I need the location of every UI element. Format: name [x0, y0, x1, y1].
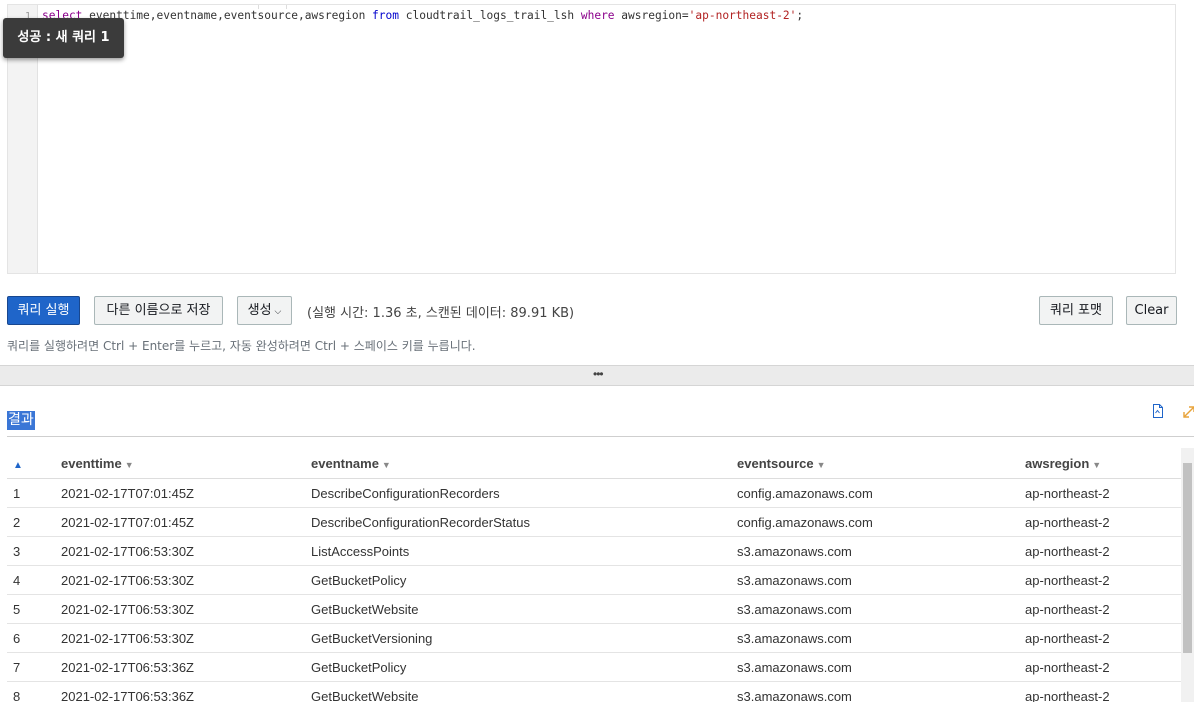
- clear-button[interactable]: Clear: [1126, 296, 1177, 325]
- query-text[interactable]: select eventtime,eventname,eventsource,a…: [42, 9, 803, 22]
- row-number: 8: [7, 681, 61, 702]
- success-toast: 성공 : 새 쿼리 1: [3, 18, 124, 58]
- sql-table: cloudtrail_logs_trail_lsh: [399, 9, 581, 22]
- sql-keyword: where: [580, 9, 615, 22]
- table-row: 5 2021-02-17T06:53:30Z GetBucketWebsite s3.…: [7, 594, 1181, 624]
- cell-eventsource: s3.amazonaws.com: [737, 565, 1025, 595]
- cell-eventtime: 2021-02-17T06:53:30Z: [61, 623, 311, 653]
- cell-eventsource: s3.amazonaws.com: [737, 681, 1025, 702]
- sort-caret-icon: ▼: [381, 459, 391, 470]
- row-number: 7: [7, 652, 61, 682]
- column-header-label: eventtime: [61, 455, 122, 471]
- create-dropdown-button[interactable]: 생성 ⌵: [237, 296, 292, 325]
- cell-eventname: DescribeConfigurationRecorderStatus: [311, 507, 737, 537]
- results-title: 결과: [7, 411, 35, 430]
- document-icon[interactable]: [1152, 404, 1164, 418]
- cell-eventsource: s3.amazonaws.com: [737, 536, 1025, 566]
- cell-awsregion: ap-northeast-2: [1025, 594, 1181, 624]
- row-number: 2: [7, 507, 61, 537]
- panel-splitter[interactable]: •••: [0, 365, 1194, 386]
- cell-eventtime: 2021-02-17T06:53:30Z: [61, 565, 311, 595]
- column-header-label: awsregion: [1025, 455, 1090, 471]
- column-header-label: eventname: [311, 455, 379, 471]
- results-scrollbar[interactable]: [1181, 448, 1194, 702]
- scrollbar-thumb[interactable]: [1183, 463, 1192, 653]
- table-row: 6 2021-02-17T06:53:30Z GetBucketVersioning…: [7, 623, 1181, 653]
- cell-awsregion: ap-northeast-2: [1025, 565, 1181, 595]
- cell-eventsource: s3.amazonaws.com: [737, 623, 1025, 653]
- cell-eventname: GetBucketPolicy: [311, 565, 737, 595]
- sort-ascending-icon: ▲: [13, 459, 23, 471]
- cell-awsregion: ap-northeast-2: [1025, 536, 1181, 566]
- results-divider: [7, 436, 1194, 437]
- cell-eventname: GetBucketWebsite: [311, 681, 737, 702]
- save-as-button[interactable]: 다른 이름으로 저장: [94, 296, 223, 325]
- table-row: 3 2021-02-17T06:53:30Z ListAccessPoints s3.…: [7, 536, 1181, 566]
- column-header[interactable]: awsregion ▼: [1025, 448, 1181, 479]
- query-editor[interactable]: 1 select eventtime,eventname,eventsource…: [7, 4, 1176, 274]
- table-header-row: ▲ eventtime ▼ eventname ▼ eventsource ▼ aws…: [7, 448, 1181, 479]
- row-number: 5: [7, 594, 61, 624]
- format-query-button[interactable]: 쿼리 포맷: [1039, 296, 1113, 325]
- cell-eventsource: s3.amazonaws.com: [737, 594, 1025, 624]
- cell-awsregion: ap-northeast-2: [1025, 652, 1181, 682]
- cell-eventsource: config.amazonaws.com: [737, 507, 1025, 537]
- cell-eventtime: 2021-02-17T07:01:45Z: [61, 507, 311, 537]
- cell-eventtime: 2021-02-17T06:53:30Z: [61, 594, 311, 624]
- cell-eventtime: 2021-02-17T07:01:45Z: [61, 478, 311, 508]
- cell-eventtime: 2021-02-17T06:53:30Z: [61, 536, 311, 566]
- table-row: 1 2021-02-17T07:01:45Z DescribeConfigurati…: [7, 478, 1181, 508]
- run-query-button[interactable]: 쿼리 실행: [7, 296, 80, 325]
- table-row: 2 2021-02-17T07:01:45Z DescribeConfigurati…: [7, 507, 1181, 537]
- column-header[interactable]: eventtime ▼: [61, 448, 311, 479]
- table-row: 4 2021-02-17T06:53:30Z GetBucketPolicy s3.a…: [7, 565, 1181, 595]
- drag-handle-icon[interactable]: •••: [593, 367, 604, 381]
- row-number: 6: [7, 623, 61, 653]
- sql-condition: awsregion=: [614, 9, 689, 22]
- cell-awsregion: ap-northeast-2: [1025, 478, 1181, 508]
- row-number: 3: [7, 536, 61, 566]
- row-number: 4: [7, 565, 61, 595]
- cell-eventname: GetBucketWebsite: [311, 594, 737, 624]
- row-number-header[interactable]: ▲: [7, 448, 61, 479]
- table-row: 7 2021-02-17T06:53:36Z GetBucketPolicy s3.a…: [7, 652, 1181, 682]
- chevron-down-icon: ⌵: [274, 307, 282, 317]
- sql-keyword: from: [372, 9, 399, 22]
- cell-eventname: GetBucketPolicy: [311, 652, 737, 682]
- sort-caret-icon: ▼: [1092, 459, 1102, 470]
- sql-string: 'ap-northeast-2': [688, 9, 797, 22]
- keyboard-hint: 쿼리를 실행하려면 Ctrl + Enter를 누르고, 자동 완성하려면 Ct…: [7, 339, 476, 353]
- results-table: ▲ eventtime ▼ eventname ▼ eventsource ▼ aws…: [7, 448, 1181, 702]
- column-header[interactable]: eventname ▼: [311, 448, 737, 479]
- cell-awsregion: ap-northeast-2: [1025, 623, 1181, 653]
- cell-eventname: DescribeConfigurationRecorders: [311, 478, 737, 508]
- cell-eventsource: config.amazonaws.com: [737, 478, 1025, 508]
- execution-info: (실행 시간: 1.36 초, 스캔된 데이터: 89.91 KB): [307, 306, 575, 321]
- cell-eventtime: 2021-02-17T06:53:36Z: [61, 681, 311, 702]
- cell-eventname: ListAccessPoints: [311, 536, 737, 566]
- sort-caret-icon: ▼: [816, 459, 826, 470]
- sql-columns: eventtime,eventname,eventsource,awsregio…: [82, 9, 373, 22]
- sql-terminator: ;: [796, 9, 804, 22]
- cell-awsregion: ap-northeast-2: [1025, 681, 1181, 702]
- cell-eventtime: 2021-02-17T06:53:36Z: [61, 652, 311, 682]
- column-header-label: eventsource: [737, 455, 814, 471]
- cell-awsregion: ap-northeast-2: [1025, 507, 1181, 537]
- create-label: 생성: [247, 303, 272, 318]
- table-row: 8 2021-02-17T06:53:36Z GetBucketWebsite s3.…: [7, 681, 1181, 702]
- column-header[interactable]: eventsource ▼: [737, 448, 1025, 479]
- row-number: 1: [7, 478, 61, 508]
- cell-eventsource: s3.amazonaws.com: [737, 652, 1025, 682]
- cell-eventname: GetBucketVersioning: [311, 623, 737, 653]
- expand-icon[interactable]: [1183, 404, 1194, 418]
- sort-caret-icon: ▼: [124, 459, 134, 470]
